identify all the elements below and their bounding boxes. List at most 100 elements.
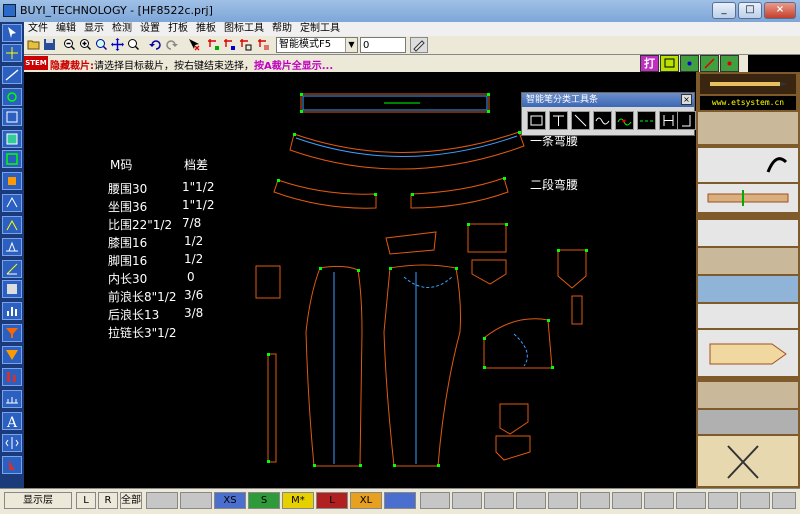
plot-dot-button[interactable] [680, 55, 699, 72]
grading-tool-button[interactable] [256, 37, 271, 52]
palette-close-button[interactable]: × [681, 94, 692, 105]
measure-tool[interactable] [2, 390, 22, 408]
tool-row-marks[interactable] [698, 304, 798, 328]
value-input[interactable] [360, 37, 406, 53]
print-button[interactable]: 打 [640, 55, 659, 72]
pleat-tool[interactable] [2, 238, 22, 256]
status-slot[interactable] [516, 492, 546, 509]
menu-edit[interactable]: 编辑 [52, 22, 80, 36]
left-toggle[interactable]: L [76, 492, 96, 509]
status-slot[interactable] [676, 492, 706, 509]
size-button[interactable]: M* [282, 492, 314, 509]
grid-tool-button[interactable] [238, 37, 253, 52]
tool-row-output[interactable] [698, 382, 798, 408]
menu-icon-tools[interactable]: 图标工具 [220, 22, 268, 36]
save-piece-tool[interactable] [2, 280, 22, 298]
zoom-window-button[interactable] [94, 37, 109, 52]
tool-row-grading[interactable] [698, 276, 798, 302]
palette-curve-button[interactable] [593, 111, 612, 130]
palette-rect-button[interactable] [527, 111, 546, 130]
status-slot[interactable] [740, 492, 770, 509]
redo-button[interactable] [164, 37, 179, 52]
palette-t-button[interactable] [549, 111, 568, 130]
minimize-button[interactable]: _ [712, 2, 736, 19]
size-button[interactable]: XL [350, 492, 382, 509]
palette-h-button[interactable] [659, 111, 678, 130]
palette-line-button[interactable] [571, 111, 590, 130]
tool-row-1[interactable] [698, 112, 798, 144]
close-button[interactable]: × [764, 2, 796, 19]
status-slot[interactable] [772, 492, 796, 509]
menu-custom-tools[interactable]: 定制工具 [296, 22, 344, 36]
menu-file[interactable]: 文件 [24, 22, 52, 36]
dart-tool[interactable] [2, 216, 22, 234]
size-button[interactable] [146, 492, 178, 509]
menu-settings[interactable]: 设置 [136, 22, 164, 36]
tool-curve-card[interactable] [698, 148, 798, 182]
undo-button[interactable] [148, 37, 163, 52]
status-slot[interactable] [420, 492, 450, 509]
status-slot[interactable] [708, 492, 738, 509]
tool-scissors-card[interactable] [698, 436, 798, 486]
measure-button[interactable] [410, 37, 428, 53]
align-tool-button[interactable] [222, 37, 237, 52]
select-point-button[interactable] [186, 37, 201, 52]
fold-tool[interactable] [2, 260, 22, 278]
adjust-tool[interactable] [2, 44, 22, 62]
menu-help[interactable]: 帮助 [268, 22, 296, 36]
save-button[interactable] [42, 37, 57, 52]
pattern-tool[interactable] [2, 108, 22, 126]
triangle-tool[interactable] [2, 346, 22, 364]
split-tool[interactable] [2, 194, 22, 212]
maximize-button[interactable]: □ [738, 2, 762, 19]
menu-check[interactable]: 检测 [108, 22, 136, 36]
size-button[interactable] [384, 492, 416, 509]
rectangle-tool[interactable] [2, 130, 22, 148]
tool-row-cut[interactable] [698, 410, 798, 434]
funnel-tool[interactable] [2, 324, 22, 342]
status-slot[interactable] [484, 492, 514, 509]
menu-pattern[interactable]: 打板 [164, 22, 192, 36]
size-button[interactable] [180, 492, 212, 509]
open-button[interactable] [26, 37, 41, 52]
smart-pen-palette[interactable]: 智能笔分类工具条 × [521, 92, 696, 136]
text-tool[interactable]: A [2, 412, 22, 431]
size-button[interactable]: XS [214, 492, 246, 509]
status-slot[interactable] [452, 492, 482, 509]
notch-tool[interactable] [2, 172, 22, 190]
grade-tool[interactable] [2, 368, 22, 386]
size-button[interactable]: S [248, 492, 280, 509]
pan-button[interactable] [110, 37, 125, 52]
point-tool-button[interactable] [206, 37, 221, 52]
mode-select[interactable]: 智能模式F5 ▼ [276, 37, 358, 53]
layer-display[interactable]: 显示层 [4, 492, 72, 509]
curve-tool[interactable] [2, 88, 22, 106]
tool-piece-card[interactable] [698, 330, 798, 376]
all-toggle[interactable]: 全部 [120, 492, 142, 509]
plot-point-button[interactable] [720, 55, 739, 72]
cutter-tool[interactable] [2, 456, 22, 474]
plot-frame-button[interactable] [660, 55, 679, 72]
palette-dash-button[interactable] [637, 111, 656, 130]
arrow-tool[interactable] [2, 24, 22, 42]
palette-corner-button[interactable] [677, 111, 696, 130]
status-slot[interactable] [612, 492, 642, 509]
zoom-in-button[interactable] [78, 37, 93, 52]
frame-tool[interactable] [2, 150, 22, 168]
tool-row-shapes[interactable] [698, 220, 798, 246]
palette-smooth-button[interactable] [615, 111, 634, 130]
zoom-out-button[interactable] [62, 37, 77, 52]
plot-cut-button[interactable] [700, 55, 719, 72]
status-slot[interactable] [548, 492, 578, 509]
mirror-tool[interactable] [2, 434, 22, 452]
status-slot[interactable] [580, 492, 610, 509]
menu-grading[interactable]: 推板 [192, 22, 220, 36]
right-toggle[interactable]: R [98, 492, 118, 509]
chart-tool[interactable] [2, 302, 22, 320]
status-slot[interactable] [644, 492, 674, 509]
menu-view[interactable]: 显示 [80, 22, 108, 36]
line-tool[interactable] [2, 66, 22, 84]
tool-seam-card[interactable] [698, 184, 798, 212]
size-button[interactable]: L [316, 492, 348, 509]
tool-row-pieces[interactable] [698, 248, 798, 274]
